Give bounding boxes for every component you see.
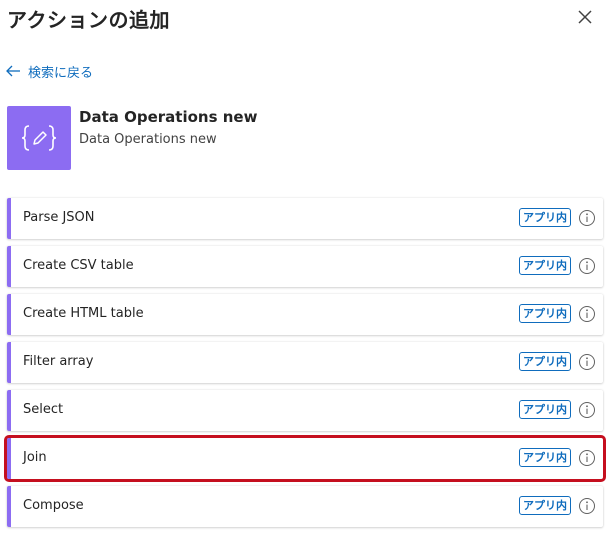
action-item[interactable]: Create HTML table アプリ内 <box>7 294 603 335</box>
accent-bar <box>7 342 11 383</box>
in-app-badge: アプリ内 <box>519 400 571 419</box>
in-app-badge: アプリ内 <box>519 448 571 467</box>
action-item[interactable]: Create CSV table アプリ内 <box>7 246 603 287</box>
curly-braces-pencil-icon <box>21 125 57 151</box>
info-icon[interactable] <box>578 449 596 467</box>
action-label: Create CSV table <box>23 258 134 273</box>
action-label: Compose <box>23 498 84 513</box>
panel-title: アクションの追加 <box>7 8 170 32</box>
action-label: Create HTML table <box>23 306 144 321</box>
action-list: Parse JSON アプリ内 Create CSV table アプリ内 Create… <box>4 198 606 534</box>
action-label: Filter array <box>23 354 94 369</box>
action-item[interactable]: Select アプリ内 <box>7 390 603 431</box>
accent-bar <box>7 438 11 479</box>
info-icon[interactable] <box>578 305 596 323</box>
info-icon[interactable] <box>578 257 596 275</box>
accent-bar <box>7 246 11 287</box>
in-app-badge: アプリ内 <box>519 256 571 275</box>
action-item[interactable]: Compose アプリ内 <box>7 486 603 527</box>
in-app-badge: アプリ内 <box>519 352 571 371</box>
accent-bar <box>7 198 11 239</box>
info-icon[interactable] <box>578 401 596 419</box>
accent-bar <box>7 294 11 335</box>
back-to-search-link[interactable]: 検索に戻る <box>6 61 93 81</box>
info-icon[interactable] <box>578 353 596 371</box>
close-icon <box>578 10 592 24</box>
accent-bar <box>7 390 11 431</box>
action-label: Parse JSON <box>23 210 95 225</box>
connector-title: Data Operations new <box>79 108 258 126</box>
info-icon[interactable] <box>578 497 596 515</box>
arrow-left-icon <box>6 65 20 77</box>
action-item[interactable]: Parse JSON アプリ内 <box>7 198 603 239</box>
in-app-badge: アプリ内 <box>519 208 571 227</box>
connector-logo <box>7 106 71 170</box>
back-link-label: 検索に戻る <box>28 65 94 81</box>
action-label: Select <box>23 402 64 417</box>
accent-bar <box>7 486 11 527</box>
action-item[interactable]: Join アプリ内 <box>4 435 606 482</box>
connector-subtitle: Data Operations new <box>79 132 217 147</box>
action-label: Join <box>23 450 47 465</box>
info-icon[interactable] <box>578 209 596 227</box>
close-button[interactable] <box>574 6 596 28</box>
in-app-badge: アプリ内 <box>519 304 571 323</box>
in-app-badge: アプリ内 <box>519 496 571 515</box>
action-item[interactable]: Filter array アプリ内 <box>7 342 603 383</box>
